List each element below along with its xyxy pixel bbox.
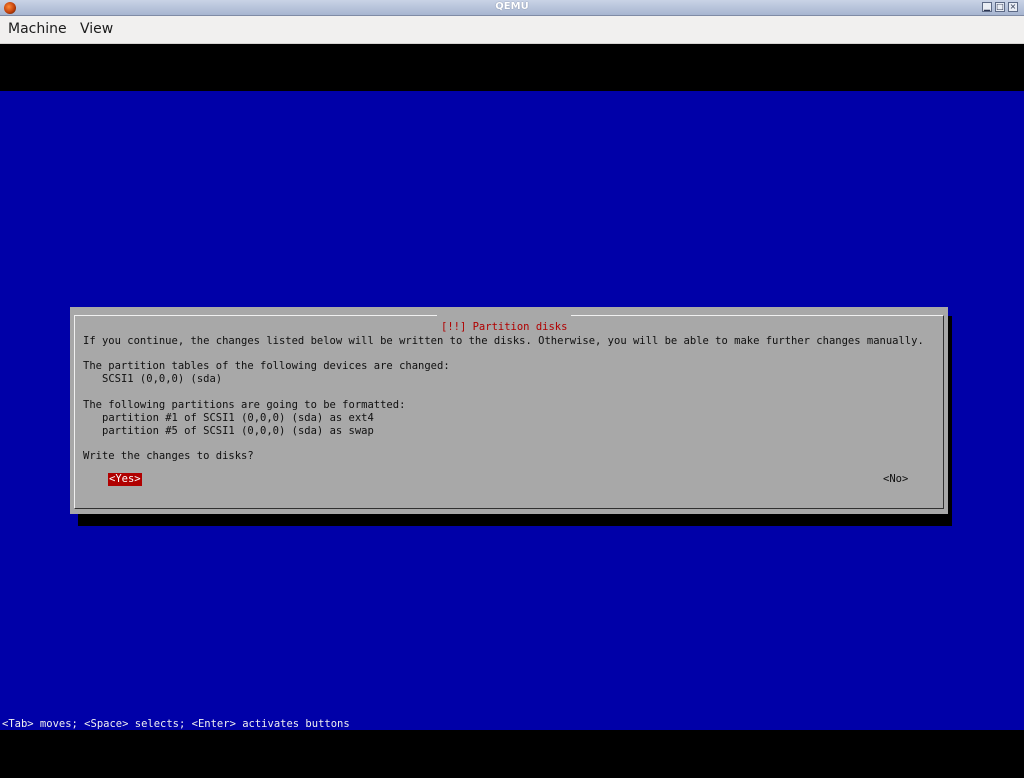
vm-screen-border-bottom bbox=[0, 730, 1024, 778]
dialog-title-container: [!!] Partition disks bbox=[437, 315, 572, 333]
partition-disks-dialog: [!!] Partition disks If you continue, th… bbox=[70, 307, 948, 514]
minimize-button[interactable]: ▁ bbox=[982, 2, 992, 12]
yes-button[interactable]: <Yes> bbox=[108, 473, 142, 486]
format-partitions-header: The following partitions are going to be… bbox=[83, 399, 406, 411]
changed-device-item: SCSI1 (0,0,0) (sda) bbox=[102, 373, 223, 385]
partition-tables-header: The partition tables of the following de… bbox=[83, 360, 450, 372]
keyboard-help-line: <Tab> moves; <Space> selects; <Enter> ac… bbox=[2, 718, 350, 730]
window-title-bar[interactable]: QEMU ▁ □ × bbox=[0, 0, 1024, 16]
maximize-button[interactable]: □ bbox=[995, 2, 1005, 12]
format-partition-item: partition #1 of SCSI1 (0,0,0) (sda) as e… bbox=[102, 412, 374, 424]
vm-screen-border-top bbox=[0, 44, 1024, 91]
menu-bar: Machine View bbox=[0, 16, 1024, 44]
dialog-intro-text: If you continue, the changes listed belo… bbox=[83, 335, 924, 347]
no-button[interactable]: <No> bbox=[883, 473, 908, 486]
menu-machine[interactable]: Machine bbox=[8, 21, 67, 37]
close-button[interactable]: × bbox=[1008, 2, 1018, 12]
write-changes-question: Write the changes to disks? bbox=[83, 450, 254, 462]
menu-view[interactable]: View bbox=[80, 21, 113, 37]
format-partition-item: partition #5 of SCSI1 (0,0,0) (sda) as s… bbox=[102, 425, 374, 437]
dialog-title: [!!] Partition disks bbox=[441, 321, 568, 333]
window-title: QEMU bbox=[495, 1, 529, 12]
